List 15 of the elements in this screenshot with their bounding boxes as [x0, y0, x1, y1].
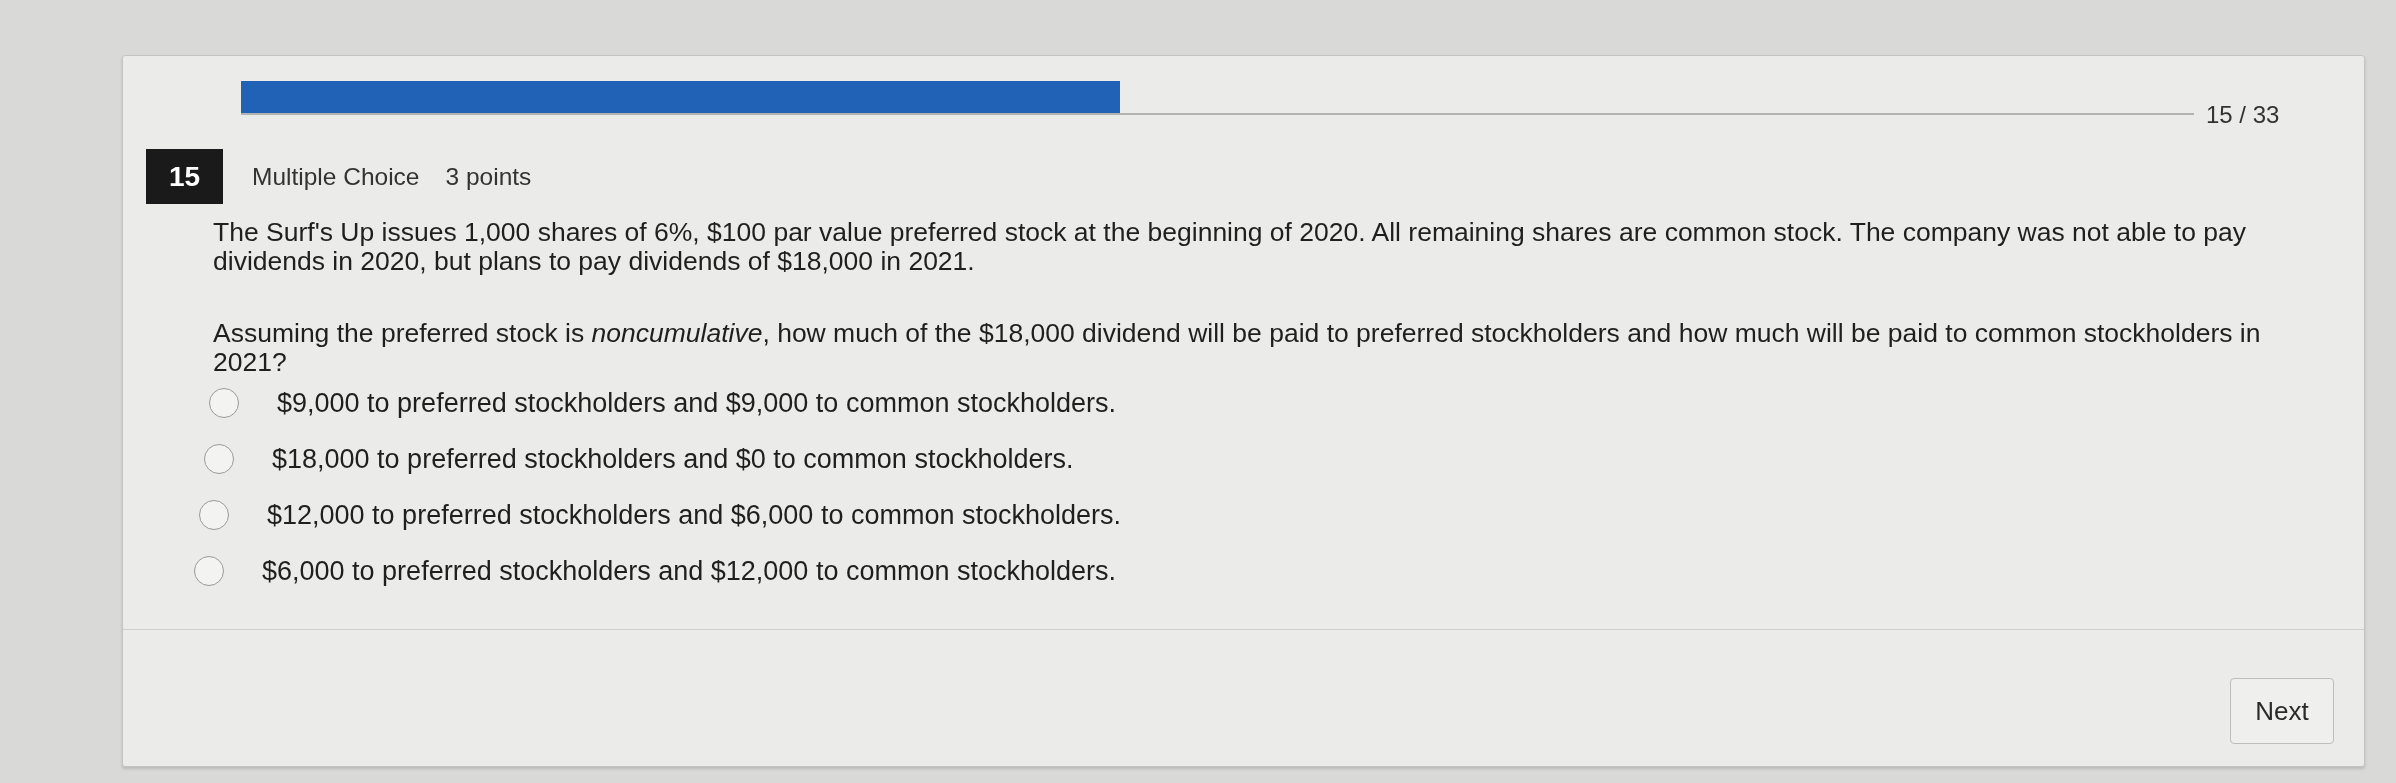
- answer-option[interactable]: $9,000 to preferred stockholders and $9,000 to common stockholders.: [277, 387, 1116, 419]
- question-counter: 15 / 33: [2206, 101, 2280, 129]
- question-points: 3 points: [445, 162, 532, 191]
- question-type: Multiple Choice: [252, 162, 420, 191]
- radio-button[interactable]: [204, 444, 234, 474]
- question-number: 15: [146, 149, 223, 204]
- answer-option[interactable]: $6,000 to preferred stockholders and $12,000 to common stockholders.: [262, 555, 1116, 587]
- question-text: Assuming the preferred stock is noncumulative, how much of the $18,000 dividend will be paid to preferred stockholders and how much will be paid to common stockholders in 2021?: [213, 319, 2262, 377]
- answer-option[interactable]: $18,000 to preferred stockholders and $0 to common stockholders.: [272, 443, 1074, 475]
- answer-option[interactable]: $12,000 to preferred stockholders and $6,000 to common stockholders.: [267, 499, 1121, 531]
- radio-button[interactable]: [199, 500, 229, 530]
- radio-button[interactable]: [194, 556, 224, 586]
- radio-button[interactable]: [209, 388, 239, 418]
- next-button[interactable]: Next: [2230, 678, 2334, 744]
- question-text: The Surf's Up issues 1,000 shares of 6%, $100 par value preferred stock at the beginning of 2020. All remaining shares are common stock. The company was not able to pay dividends in 2020, but plans to pay dividends of $18,000 in 2021.: [213, 218, 2247, 276]
